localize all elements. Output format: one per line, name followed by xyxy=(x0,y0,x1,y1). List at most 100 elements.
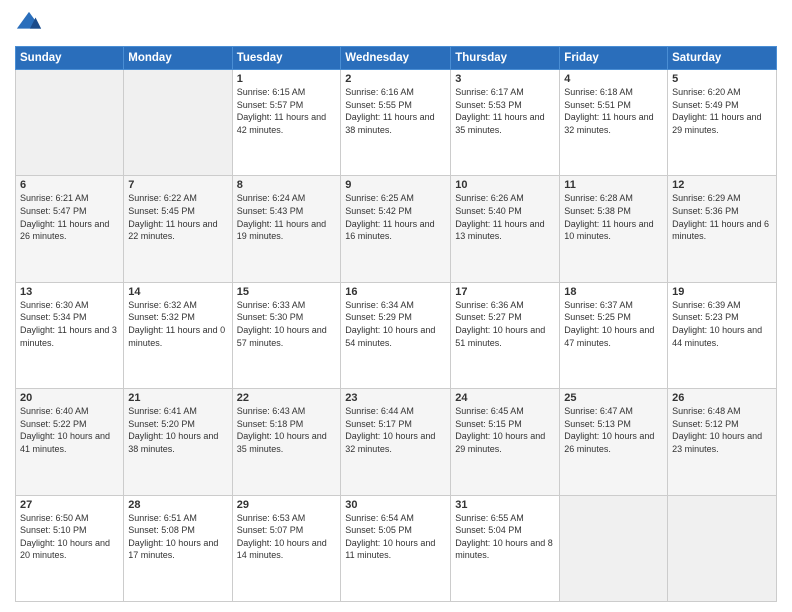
day-info: Sunrise: 6:15 AMSunset: 5:57 PMDaylight:… xyxy=(237,87,326,135)
day-number: 5 xyxy=(672,73,772,85)
day-cell: 15 Sunrise: 6:33 AMSunset: 5:30 PMDayligh… xyxy=(232,282,341,388)
day-info: Sunrise: 6:47 AMSunset: 5:13 PMDaylight:… xyxy=(564,406,654,454)
col-header-saturday: Saturday xyxy=(668,47,777,70)
calendar-header: SundayMondayTuesdayWednesdayThursdayFrid… xyxy=(16,47,777,70)
day-number: 3 xyxy=(455,73,555,85)
day-cell: 31 Sunrise: 6:55 AMSunset: 5:04 PMDayligh… xyxy=(451,495,560,601)
day-info: Sunrise: 6:40 AMSunset: 5:22 PMDaylight:… xyxy=(20,406,110,454)
header xyxy=(15,10,777,38)
day-number: 17 xyxy=(455,286,555,298)
day-cell xyxy=(16,70,124,176)
week-row-2: 6 Sunrise: 6:21 AMSunset: 5:47 PMDaylight… xyxy=(16,176,777,282)
day-cell xyxy=(668,495,777,601)
day-number: 25 xyxy=(564,392,663,404)
day-number: 15 xyxy=(237,286,337,298)
day-number: 8 xyxy=(237,179,337,191)
day-info: Sunrise: 6:37 AMSunset: 5:25 PMDaylight:… xyxy=(564,300,654,348)
day-info: Sunrise: 6:41 AMSunset: 5:20 PMDaylight:… xyxy=(128,406,218,454)
day-number: 28 xyxy=(128,499,227,511)
day-cell: 3 Sunrise: 6:17 AMSunset: 5:53 PMDaylight… xyxy=(451,70,560,176)
col-header-wednesday: Wednesday xyxy=(341,47,451,70)
day-cell: 2 Sunrise: 6:16 AMSunset: 5:55 PMDaylight… xyxy=(341,70,451,176)
day-cell: 6 Sunrise: 6:21 AMSunset: 5:47 PMDaylight… xyxy=(16,176,124,282)
page: SundayMondayTuesdayWednesdayThursdayFrid… xyxy=(0,0,792,612)
day-info: Sunrise: 6:43 AMSunset: 5:18 PMDaylight:… xyxy=(237,406,327,454)
day-cell: 29Sunrise: 6:53 AMSunset: 5:07 PMDayligh… xyxy=(232,495,341,601)
day-number: 2 xyxy=(345,73,446,85)
day-cell: 17 Sunrise: 6:36 AMSunset: 5:27 PMDayligh… xyxy=(451,282,560,388)
day-cell: 22 Sunrise: 6:43 AMSunset: 5:18 PMDayligh… xyxy=(232,389,341,495)
day-cell: 12Sunrise: 6:29 AMSunset: 5:36 PMDayligh… xyxy=(668,176,777,282)
day-info: Sunrise: 6:16 AMSunset: 5:55 PMDaylight:… xyxy=(345,87,434,135)
day-cell: 14 Sunrise: 6:32 AMSunset: 5:32 PMDayligh… xyxy=(124,282,232,388)
day-cell: 27 Sunrise: 6:50 AMSunset: 5:10 PMDayligh… xyxy=(16,495,124,601)
day-number: 19 xyxy=(672,286,772,298)
week-row-5: 27 Sunrise: 6:50 AMSunset: 5:10 PMDayligh… xyxy=(16,495,777,601)
day-number: 21 xyxy=(128,392,227,404)
day-cell: 10 Sunrise: 6:26 AMSunset: 5:40 PMDayligh… xyxy=(451,176,560,282)
day-info: Sunrise: 6:24 AMSunset: 5:43 PMDaylight:… xyxy=(237,193,326,241)
day-info: Sunrise: 6:18 AMSunset: 5:51 PMDaylight:… xyxy=(564,87,653,135)
calendar: SundayMondayTuesdayWednesdayThursdayFrid… xyxy=(15,46,777,602)
day-cell: 4 Sunrise: 6:18 AMSunset: 5:51 PMDaylight… xyxy=(560,70,668,176)
day-cell: 19 Sunrise: 6:39 AMSunset: 5:23 PMDayligh… xyxy=(668,282,777,388)
day-cell: 18Sunrise: 6:37 AMSunset: 5:25 PMDayligh… xyxy=(560,282,668,388)
day-info: Sunrise: 6:25 AMSunset: 5:42 PMDaylight:… xyxy=(345,193,434,241)
day-info: Sunrise: 6:17 AMSunset: 5:53 PMDaylight:… xyxy=(455,87,544,135)
day-info: Sunrise: 6:51 AMSunset: 5:08 PMDaylight:… xyxy=(128,513,218,561)
day-info: Sunrise: 6:44 AMSunset: 5:17 PMDaylight:… xyxy=(345,406,435,454)
day-cell: 8 Sunrise: 6:24 AMSunset: 5:43 PMDaylight… xyxy=(232,176,341,282)
day-number: 16 xyxy=(345,286,446,298)
day-number: 11 xyxy=(564,179,663,191)
week-row-1: 1Sunrise: 6:15 AMSunset: 5:57 PMDaylight… xyxy=(16,70,777,176)
day-number: 7 xyxy=(128,179,227,191)
day-cell: 25 Sunrise: 6:47 AMSunset: 5:13 PMDayligh… xyxy=(560,389,668,495)
week-row-4: 20 Sunrise: 6:40 AMSunset: 5:22 PMDayligh… xyxy=(16,389,777,495)
day-cell: 5Sunrise: 6:20 AMSunset: 5:49 PMDaylight… xyxy=(668,70,777,176)
day-cell: 21 Sunrise: 6:41 AMSunset: 5:20 PMDayligh… xyxy=(124,389,232,495)
day-cell: 26Sunrise: 6:48 AMSunset: 5:12 PMDayligh… xyxy=(668,389,777,495)
day-info: Sunrise: 6:48 AMSunset: 5:12 PMDaylight:… xyxy=(672,406,762,454)
week-row-3: 13Sunrise: 6:30 AMSunset: 5:34 PMDayligh… xyxy=(16,282,777,388)
day-info: Sunrise: 6:33 AMSunset: 5:30 PMDaylight:… xyxy=(237,300,327,348)
day-cell xyxy=(124,70,232,176)
day-cell xyxy=(560,495,668,601)
day-number: 23 xyxy=(345,392,446,404)
day-number: 31 xyxy=(455,499,555,511)
day-number: 12 xyxy=(672,179,772,191)
day-info: Sunrise: 6:50 AMSunset: 5:10 PMDaylight:… xyxy=(20,513,110,561)
day-cell: 28 Sunrise: 6:51 AMSunset: 5:08 PMDayligh… xyxy=(124,495,232,601)
col-header-sunday: Sunday xyxy=(16,47,124,70)
day-number: 10 xyxy=(455,179,555,191)
day-info: Sunrise: 6:39 AMSunset: 5:23 PMDaylight:… xyxy=(672,300,762,348)
day-cell: 23 Sunrise: 6:44 AMSunset: 5:17 PMDayligh… xyxy=(341,389,451,495)
day-cell: 9Sunrise: 6:25 AMSunset: 5:42 PMDaylight… xyxy=(341,176,451,282)
day-info: Sunrise: 6:34 AMSunset: 5:29 PMDaylight:… xyxy=(345,300,435,348)
day-info: Sunrise: 6:36 AMSunset: 5:27 PMDaylight:… xyxy=(455,300,545,348)
day-info: Sunrise: 6:21 AMSunset: 5:47 PMDaylight:… xyxy=(20,193,109,241)
day-cell: 24Sunrise: 6:45 AMSunset: 5:15 PMDayligh… xyxy=(451,389,560,495)
day-number: 27 xyxy=(20,499,119,511)
col-header-monday: Monday xyxy=(124,47,232,70)
day-number: 13 xyxy=(20,286,119,298)
day-number: 4 xyxy=(564,73,663,85)
day-info: Sunrise: 6:55 AMSunset: 5:04 PMDaylight:… xyxy=(455,513,553,561)
day-number: 22 xyxy=(237,392,337,404)
header-row: SundayMondayTuesdayWednesdayThursdayFrid… xyxy=(16,47,777,70)
day-cell: 20 Sunrise: 6:40 AMSunset: 5:22 PMDayligh… xyxy=(16,389,124,495)
day-info: Sunrise: 6:26 AMSunset: 5:40 PMDaylight:… xyxy=(455,193,544,241)
logo-icon xyxy=(15,10,43,38)
day-info: Sunrise: 6:22 AMSunset: 5:45 PMDaylight:… xyxy=(128,193,217,241)
col-header-thursday: Thursday xyxy=(451,47,560,70)
day-number: 20 xyxy=(20,392,119,404)
day-cell: 16 Sunrise: 6:34 AMSunset: 5:29 PMDayligh… xyxy=(341,282,451,388)
day-cell: 7 Sunrise: 6:22 AMSunset: 5:45 PMDaylight… xyxy=(124,176,232,282)
day-number: 6 xyxy=(20,179,119,191)
day-number: 29 xyxy=(237,499,337,511)
day-cell: 13Sunrise: 6:30 AMSunset: 5:34 PMDayligh… xyxy=(16,282,124,388)
day-number: 14 xyxy=(128,286,227,298)
col-header-tuesday: Tuesday xyxy=(232,47,341,70)
logo xyxy=(15,10,47,38)
col-header-friday: Friday xyxy=(560,47,668,70)
day-info: Sunrise: 6:32 AMSunset: 5:32 PMDaylight:… xyxy=(128,300,225,348)
